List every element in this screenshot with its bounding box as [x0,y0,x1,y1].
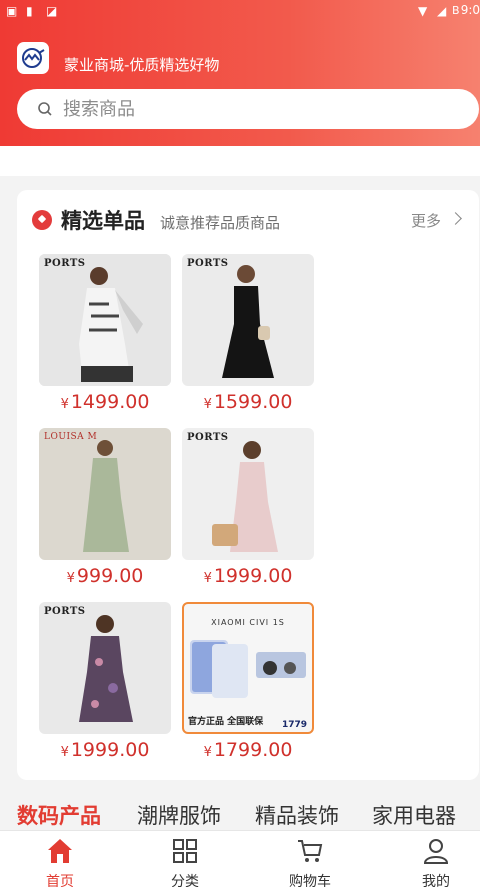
status-bar: ▣ ▮ ◪ ▼ ◢ B 9:0 [0,0,480,22]
product-image[interactable]: PORTS [39,602,171,734]
app-logo [17,42,49,74]
notification-icon: ▣ [6,4,18,18]
product-image[interactable]: XIAOMI CIVI 1S 官方正品 全国联保 1779 [182,602,314,734]
product-price: ¥1999.00 [60,739,150,761]
product-card[interactable]: PORTS ¥1599.00 [182,254,314,416]
category-digital[interactable]: 数码产品 [17,800,101,830]
product-card[interactable]: PORTS ¥1999.00 [39,602,171,764]
product-card[interactable]: XIAOMI CIVI 1S 官方正品 全国联保 1779 ¥1799.00 [182,602,314,764]
product-brand: PORTS [44,258,86,269]
grid-icon [173,839,197,863]
app-title: 蒙业商城-优质精选好物 [64,56,220,74]
promo-price: 1779 [282,720,308,730]
home-icon [48,839,72,863]
product-image[interactable]: PORTS [182,428,314,560]
search-bar[interactable] [17,89,479,129]
more-link[interactable]: 更多 [411,210,441,231]
product-image[interactable]: LOUISA M [39,428,171,560]
product-price: ¥1499.00 [60,391,150,413]
user-icon [423,839,449,864]
product-price: ¥999.00 [66,565,144,587]
category-tabs: 数码产品 潮牌服饰 精品装饰 家用电器 [0,800,480,832]
signal-icon: ◢ [437,4,447,18]
chevron-right-icon[interactable] [449,212,462,225]
banner-strip [0,146,480,176]
header: ▣ ▮ ◪ ▼ ◢ B 9:0 蒙业商城-优质精选好物 [0,0,480,146]
search-icon [38,102,52,116]
category-appliances[interactable]: 家用电器 [372,800,456,830]
tab-cart[interactable]: 购物车 [260,831,360,887]
cart-icon [298,840,323,862]
product-brand: PORTS [187,432,229,443]
product-card[interactable]: PORTS ¥1999.00 [182,428,314,590]
product-price: ¥1599.00 [203,391,293,413]
product-brand: PORTS [187,258,229,269]
product-price: ¥1799.00 [203,739,293,761]
tab-category[interactable]: 分类 [135,831,235,887]
product-image[interactable]: PORTS [182,254,314,386]
tab-profile[interactable]: 我的 [386,831,480,887]
app-notification-icon: ◪ [46,4,58,18]
category-fashion[interactable]: 潮牌服饰 [137,800,221,830]
product-price: ¥1999.00 [203,565,293,587]
bottom-tab-bar: 首页 分类 购物车 我的 [0,830,480,887]
clock: 9:0 [460,3,480,17]
section-title: 精选单品 [61,209,145,233]
battery-icon: B [452,4,460,17]
product-card[interactable]: PORTS ¥1499.00 [39,254,171,416]
featured-products-card: 精选单品 诚意推荐品质商品 更多 PORTS ¥1499.00 PORTS ¥ … [17,190,479,780]
promo-text: 官方正品 全国联保 [188,717,264,727]
badge-icon [32,210,52,230]
product-card[interactable]: LOUISA M ¥999.00 [39,428,171,590]
wifi-icon: ▼ [418,4,428,18]
sd-card-icon: ▮ [26,4,33,18]
product-brand: LOUISA M [44,432,98,442]
category-decor[interactable]: 精品装饰 [255,800,339,830]
tab-home[interactable]: 首页 [10,831,110,887]
section-subtitle: 诚意推荐品质商品 [160,214,281,232]
product-brand: PORTS [44,606,86,617]
search-input[interactable] [63,95,453,123]
product-image[interactable]: PORTS [39,254,171,386]
